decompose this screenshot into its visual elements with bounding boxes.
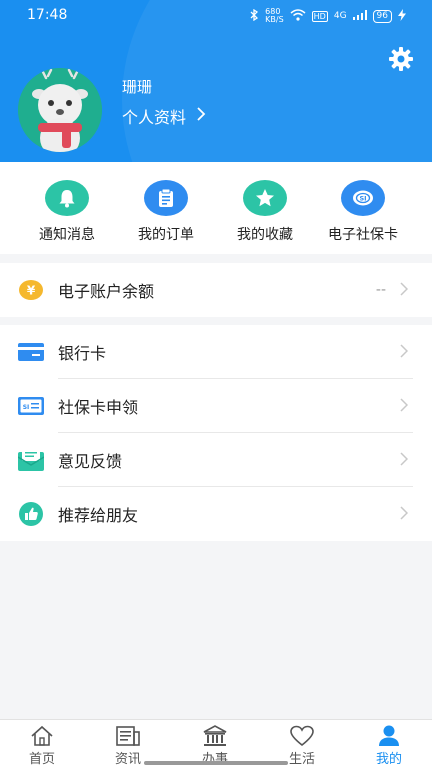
quick-action-label: 通知消息 xyxy=(39,227,95,243)
balance-label: 电子账户余额 xyxy=(58,282,155,301)
social-card-icon: SI xyxy=(18,393,44,419)
bluetooth-icon xyxy=(249,8,259,24)
profile-link[interactable]: 个人资料 xyxy=(122,104,206,128)
status-time: 17:48 xyxy=(27,7,68,23)
menu-item-bank-card[interactable]: 银行卡 xyxy=(0,325,432,379)
charging-icon xyxy=(398,8,406,24)
star-icon xyxy=(243,180,287,216)
menu-item-label: 社保卡申领 xyxy=(58,398,139,417)
quick-action-label: 我的订单 xyxy=(138,227,194,243)
battery-indicator: 96 xyxy=(372,9,392,23)
chevron-right-icon xyxy=(400,450,409,471)
tab-home[interactable]: 首页 xyxy=(12,724,72,767)
heart-icon xyxy=(272,724,332,748)
menu-item-feedback[interactable]: 意见反馈 xyxy=(0,433,432,487)
quick-action-orders[interactable]: 我的订单 xyxy=(116,180,216,244)
wifi-icon xyxy=(290,8,306,24)
menu-item-social-card-application[interactable]: SI 社保卡申领 xyxy=(0,379,432,433)
chevron-right-icon xyxy=(400,280,409,301)
clipboard-icon xyxy=(144,180,188,216)
bank-card-icon xyxy=(18,339,44,365)
home-icon xyxy=(12,724,72,748)
svg-text:SI: SI xyxy=(359,195,366,203)
balance-row[interactable]: ¥ 电子账户余额 -- xyxy=(0,263,432,317)
tab-mine[interactable]: 我的 xyxy=(359,724,419,767)
status-icons: 680 KB/S HD 4G 96 xyxy=(249,8,406,24)
social-security-card-icon: SI xyxy=(341,180,385,216)
username: 珊珊 xyxy=(122,78,153,96)
signal-bars-icon xyxy=(352,9,367,23)
government-building-icon xyxy=(185,724,245,748)
chevron-right-icon xyxy=(400,342,409,363)
network-speed: 680 KB/S xyxy=(265,7,284,24)
bell-icon xyxy=(45,180,89,216)
menu-item-recommend[interactable]: 推荐给朋友 xyxy=(0,487,432,541)
tab-label: 我的 xyxy=(375,752,402,767)
thumbs-up-icon xyxy=(18,501,44,527)
home-indicator[interactable] xyxy=(144,761,288,765)
status-bar: 17:48 680 KB/S HD 4G 96 xyxy=(0,0,432,32)
balance-card: ¥ 电子账户余额 -- xyxy=(0,263,432,317)
hd-badge: HD xyxy=(311,10,328,22)
quick-action-notifications[interactable]: 通知消息 xyxy=(17,180,117,244)
balance-value: -- xyxy=(375,282,386,298)
tab-label: 首页 xyxy=(28,752,55,767)
quick-action-label: 电子社保卡 xyxy=(328,227,398,243)
quick-action-social-security-card[interactable]: SI 电子社保卡 xyxy=(313,180,413,244)
person-icon xyxy=(359,724,419,748)
profile-header: 17:48 680 KB/S HD 4G 96 珊珊 个人资料 xyxy=(0,0,432,162)
yen-coin-icon: ¥ xyxy=(18,277,44,303)
quick-action-favorites[interactable]: 我的收藏 xyxy=(215,180,315,244)
signal-label: 4G xyxy=(333,11,347,21)
chevron-right-icon xyxy=(196,106,206,126)
menu-card: 银行卡 SI 社保卡申领 意见反馈 推荐给朋友 xyxy=(0,325,432,541)
news-icon xyxy=(98,724,158,748)
gear-icon[interactable] xyxy=(386,44,416,74)
menu-item-label: 推荐给朋友 xyxy=(58,506,139,525)
chevron-right-icon xyxy=(400,504,409,525)
svg-text:¥: ¥ xyxy=(27,284,36,298)
menu-item-label: 银行卡 xyxy=(58,344,107,363)
avatar[interactable] xyxy=(18,68,102,152)
chevron-right-icon xyxy=(400,396,409,417)
quick-action-label: 我的收藏 xyxy=(237,227,293,243)
svg-text:SI: SI xyxy=(23,404,30,411)
profile-link-label: 个人资料 xyxy=(122,108,187,127)
feedback-envelope-icon xyxy=(18,447,44,473)
quick-actions: 通知消息 我的订单 我的收藏 SI 电子社保卡 xyxy=(0,162,432,254)
menu-item-label: 意见反馈 xyxy=(58,452,123,471)
